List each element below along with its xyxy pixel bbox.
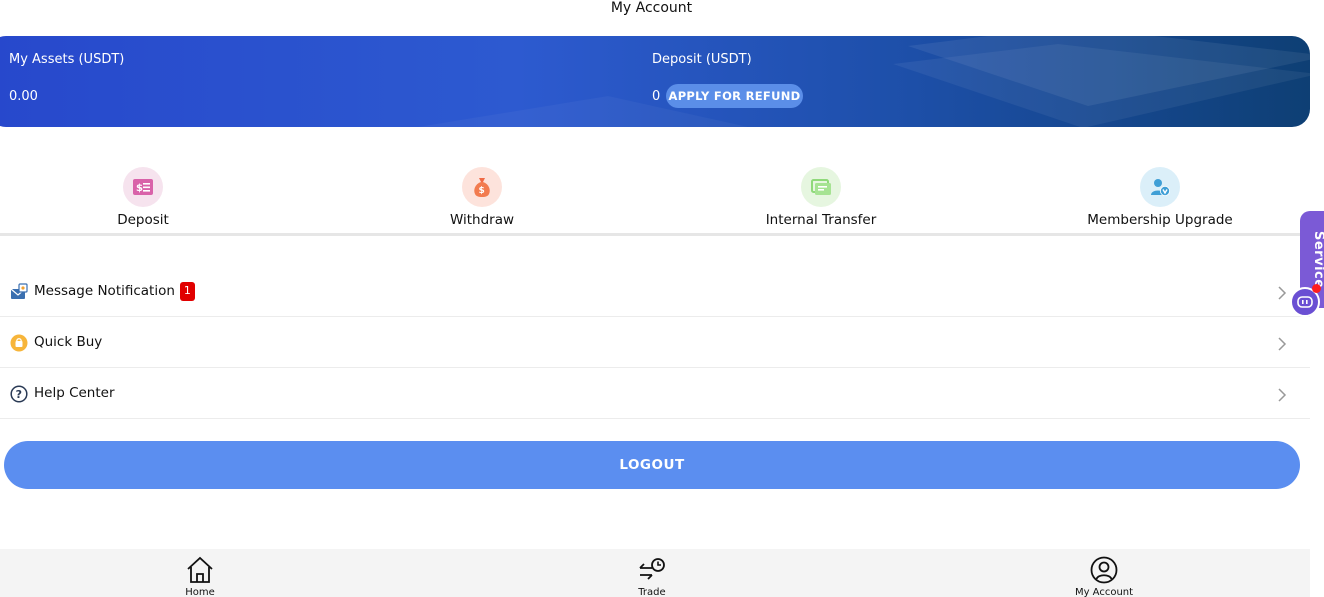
my-assets-value: 0.00 xyxy=(9,89,38,104)
membership-upgrade-action[interactable]: Membership Upgrade xyxy=(1060,163,1260,228)
internal-transfer-action[interactable]: Internal Transfer xyxy=(721,163,921,228)
chevron-right-icon xyxy=(1278,388,1287,402)
notification-badge: 1 xyxy=(179,282,195,301)
message-notification-label: Message Notification xyxy=(34,283,175,299)
menu-item-label: Message Notification 1 xyxy=(34,282,195,301)
deposit-icon: $ xyxy=(123,167,163,207)
svg-text:?: ? xyxy=(16,388,22,401)
menu-item-message-notification[interactable]: Message Notification 1 xyxy=(0,266,1310,317)
chevron-right-icon xyxy=(1278,286,1287,300)
apply-for-refund-button[interactable]: APPLY FOR REFUND xyxy=(666,84,803,108)
quick-buy-label: Quick Buy xyxy=(34,334,103,350)
my-assets-label: My Assets (USDT) xyxy=(9,52,125,67)
chevron-right-icon xyxy=(1278,337,1287,351)
deposit-action-label: Deposit xyxy=(117,212,169,228)
nav-trade[interactable]: Trade xyxy=(602,555,702,597)
deposit-action[interactable]: $ Deposit xyxy=(43,163,243,228)
membership-upgrade-action-label: Membership Upgrade xyxy=(1087,212,1233,228)
deposit-label: Deposit (USDT) xyxy=(652,52,752,67)
deposit-value: 0 xyxy=(652,89,661,104)
service-label: Service xyxy=(1311,231,1324,289)
logout-button[interactable]: LOGOUT xyxy=(4,441,1300,489)
service-tab[interactable]: Service xyxy=(1290,211,1324,317)
internal-transfer-action-label: Internal Transfer xyxy=(765,212,877,228)
nav-trade-label: Trade xyxy=(638,587,666,597)
svg-text:$: $ xyxy=(479,186,485,196)
nav-home[interactable]: Home xyxy=(150,555,250,597)
help-icon: ? xyxy=(10,385,28,403)
help-center-label: Help Center xyxy=(34,385,115,401)
home-icon xyxy=(187,556,213,583)
quick-actions: $ Deposit $ Withdraw Internal Transfer M… xyxy=(0,163,1310,233)
page-title: My Account xyxy=(610,0,693,16)
mail-icon xyxy=(10,283,28,299)
member-icon xyxy=(1140,167,1180,207)
bottom-nav: Home Trade My Account xyxy=(0,549,1310,597)
service-alert-dot xyxy=(1312,284,1321,293)
menu-item-quick-buy[interactable]: Quick Buy xyxy=(0,317,1310,368)
nav-home-label: Home xyxy=(185,587,215,597)
menu-item-help-center[interactable]: ? Help Center xyxy=(0,368,1310,419)
money-bag-icon: $ xyxy=(462,167,502,207)
section-divider xyxy=(0,233,1310,236)
card-decoration xyxy=(418,36,1310,127)
withdraw-action[interactable]: $ Withdraw xyxy=(382,163,582,228)
account-icon xyxy=(1090,556,1118,584)
withdraw-action-label: Withdraw xyxy=(449,212,515,228)
quick-buy-icon xyxy=(10,334,28,352)
nav-my-account-label: My Account xyxy=(1074,587,1134,597)
trade-icon xyxy=(639,558,665,580)
asset-card: My Assets (USDT) 0.00 Deposit (USDT) 0 A… xyxy=(0,36,1310,127)
svg-text:$: $ xyxy=(136,183,143,194)
nav-my-account[interactable]: My Account xyxy=(1054,555,1154,597)
transfer-icon xyxy=(801,167,841,207)
